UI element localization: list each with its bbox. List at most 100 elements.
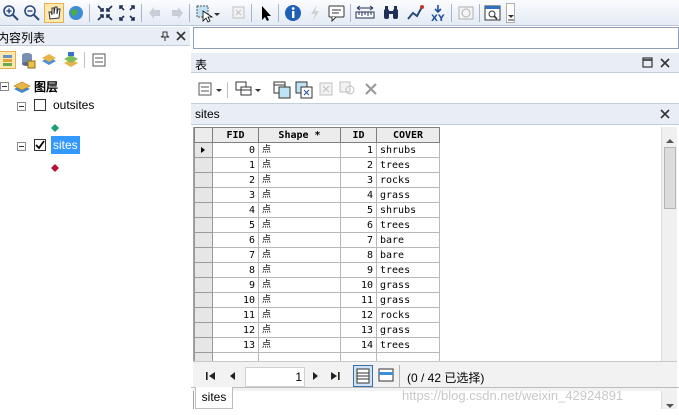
cell-fid[interactable]: 10 [212,292,259,308]
row-selector-cell[interactable] [194,142,213,158]
cell-id[interactable]: 5 [340,202,377,218]
table-row[interactable]: 10 点 11 grass [194,292,440,308]
cell-cover[interactable]: grass [376,277,440,293]
cell-id[interactable]: 3 [340,172,377,188]
zoom-to-selected-icon[interactable] [339,81,357,100]
scroll-down-icon[interactable] [666,398,674,412]
forward-arrow-icon[interactable] [166,3,186,23]
switch-selection-icon[interactable] [295,81,313,102]
current-record-input[interactable]: 1 [245,367,305,387]
table-row[interactable]: 7 点 8 bare [194,247,440,263]
collapse-outsites-toggle[interactable] [17,102,26,111]
sites-visibility-checkbox[interactable] [34,139,46,151]
row-selector-cell[interactable] [194,232,213,248]
cell-shape[interactable]: 点 [258,307,341,323]
zoom-out-icon[interactable] [22,3,42,23]
cell-id[interactable]: 1 [340,142,377,158]
find-binoculars-icon[interactable] [381,3,401,23]
cell-cover[interactable]: trees [376,157,440,173]
go-to-xy-icon[interactable]: XY [428,3,448,24]
cell-id[interactable]: 6 [340,217,377,233]
cell-cover[interactable]: trees [376,217,440,233]
row-selector-cell[interactable] [194,262,213,278]
dropdown-arrow-icon[interactable] [215,81,223,100]
table-row[interactable]: 5 点 6 trees [194,217,440,233]
table-row[interactable]: 0 点 1 shrubs [194,142,440,158]
table-row[interactable]: 4 点 5 shrubs [194,202,440,218]
clear-selection-icon[interactable] [229,3,249,23]
table-row[interactable]: 3 点 4 grass [194,187,440,203]
cell-cover[interactable]: rocks [376,172,440,188]
cell-fid[interactable]: 13 [212,337,259,353]
table-row[interactable]: 9 点 10 grass [194,277,440,293]
cell-shape[interactable]: 点 [258,217,341,233]
next-record-icon[interactable] [309,370,321,382]
scroll-up-icon[interactable] [666,133,674,147]
list-by-source-icon[interactable] [18,51,36,69]
zoom-in-icon[interactable] [1,3,21,23]
cell-fid[interactable]: 7 [212,247,259,263]
row-selector-cell[interactable] [194,337,213,353]
hyperlink-lightning-icon[interactable] [305,3,325,23]
cell-fid[interactable]: 12 [212,322,259,338]
cell-id[interactable]: 11 [340,292,377,308]
pan-hand-icon[interactable] [44,3,64,23]
row-selector-cell[interactable] [194,217,213,233]
column-header-cover[interactable]: COVER [376,127,440,143]
table-row[interactable]: 13 点 14 trees [194,337,440,353]
table-options-icon[interactable] [197,81,213,100]
show-selected-records-button[interactable] [377,366,395,389]
table-row[interactable]: 1 点 2 trees [194,157,440,173]
time-slider-icon[interactable] [456,3,476,23]
table-row[interactable]: 6 点 7 bare [194,232,440,248]
dropdown-arrow-icon[interactable] [213,3,221,23]
cell-shape[interactable]: 点 [258,187,341,203]
measure-ruler-icon[interactable] [355,3,375,23]
table-row[interactable]: 12 点 13 grass [194,322,440,338]
outsites-visibility-checkbox[interactable] [34,99,46,111]
cell-fid[interactable]: 6 [212,232,259,248]
close-icon[interactable] [659,57,671,72]
cell-shape[interactable]: 点 [258,262,341,278]
cell-cover[interactable]: trees [376,262,440,278]
cell-fid[interactable]: 4 [212,202,259,218]
cell-cover[interactable]: shrubs [376,142,440,158]
maximize-icon[interactable] [642,57,654,72]
create-viewer-window-icon[interactable] [483,3,503,23]
delete-selected-icon[interactable] [363,81,379,100]
row-selector-cell[interactable] [194,292,213,308]
cell-cover[interactable]: grass [376,292,440,308]
list-by-drawing-order-icon[interactable] [0,51,16,69]
full-extent-globe-icon[interactable] [66,3,86,23]
cell-fid[interactable]: 2 [212,172,259,188]
cell-fid[interactable]: 9 [212,277,259,293]
column-header-fid[interactable]: FID [212,127,259,143]
scrollbar-thumb[interactable] [664,147,676,209]
cell-fid[interactable]: 5 [212,217,259,233]
cell-shape[interactable]: 点 [258,277,341,293]
clear-selection-icon[interactable] [318,81,334,100]
row-selector-cell[interactable] [194,157,213,173]
fixed-zoom-in-icon[interactable] [95,3,115,23]
find-route-icon[interactable] [405,3,425,23]
sites-symbol-icon[interactable] [51,161,59,175]
toolbar-overflow-icon[interactable] [506,3,515,23]
cell-cover[interactable]: grass [376,322,440,338]
cell-id[interactable]: 8 [340,247,377,263]
back-arrow-icon[interactable] [146,3,166,23]
cell-fid[interactable]: 0 [212,142,259,158]
table-row[interactable]: 8 点 9 trees [194,262,440,278]
cell-shape[interactable]: 点 [258,292,341,308]
cell-id[interactable]: 2 [340,157,377,173]
column-header-shape[interactable]: Shape * [258,127,341,143]
cell-shape[interactable]: 点 [258,157,341,173]
cell-id[interactable]: 13 [340,322,377,338]
row-selector-cell[interactable] [194,307,213,323]
cell-fid[interactable]: 8 [212,262,259,278]
cell-shape[interactable]: 点 [258,202,341,218]
html-popup-icon[interactable] [327,3,347,23]
last-record-icon[interactable] [329,370,341,382]
fixed-zoom-out-icon[interactable] [117,3,137,23]
list-by-selection-icon[interactable] [62,51,80,69]
cell-cover[interactable]: bare [376,232,440,248]
